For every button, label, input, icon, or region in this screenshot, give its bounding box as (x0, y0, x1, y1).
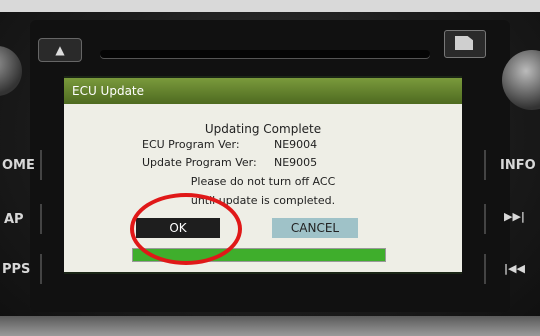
skip-forward-icon: ▶▶| (504, 210, 525, 223)
skip-back-button[interactable]: |◀◀ (504, 262, 525, 275)
ecu-version-label: ECU Program Ver: (142, 138, 240, 151)
divider (484, 150, 486, 180)
eject-button[interactable]: ▲ (38, 38, 82, 62)
info-button-label: INFO (500, 158, 536, 173)
sd-card-button[interactable] (444, 30, 486, 58)
apps-button-label: PPS (2, 262, 31, 277)
update-version-label: Update Program Ver: (142, 156, 257, 169)
eject-icon: ▲ (55, 43, 65, 57)
map-button[interactable]: AP (4, 212, 24, 227)
divider (40, 254, 42, 284)
volume-knob[interactable] (0, 46, 22, 96)
divider (40, 204, 42, 234)
update-version-value: NE9005 (274, 156, 318, 169)
cd-slot (100, 50, 430, 58)
dialog-titlebar: ECU Update (64, 78, 462, 104)
divider (484, 254, 486, 284)
warning-line-1: Please do not turn off ACC (190, 175, 336, 188)
dashboard-trim-bottom (0, 316, 540, 336)
divider (40, 150, 42, 180)
sd-card-icon (455, 36, 473, 50)
head-unit: ▲ OME AP PPS INFO ▶▶| |◀◀ ECU Update Upd… (0, 0, 540, 336)
cancel-button[interactable]: CANCEL (272, 218, 358, 238)
home-button-label: OME (2, 158, 35, 173)
ecu-version-value: NE9004 (274, 138, 318, 151)
dashboard-trim-top (0, 0, 540, 12)
home-button[interactable]: OME (2, 158, 35, 173)
ecu-update-dialog: ECU Update Updating Complete ECU Program… (64, 78, 462, 272)
apps-button[interactable]: PPS (2, 262, 30, 277)
dialog-title: ECU Update (72, 84, 145, 98)
status-heading: Updating Complete (204, 122, 322, 136)
warning-line-2: until update is completed. (190, 194, 336, 207)
skip-back-icon: |◀◀ (504, 262, 525, 275)
skip-forward-button[interactable]: ▶▶| (504, 210, 525, 223)
highlight-circle-annotation (130, 193, 242, 265)
divider (484, 204, 486, 234)
map-button-label: AP (4, 212, 24, 227)
info-button[interactable]: INFO (500, 158, 536, 173)
